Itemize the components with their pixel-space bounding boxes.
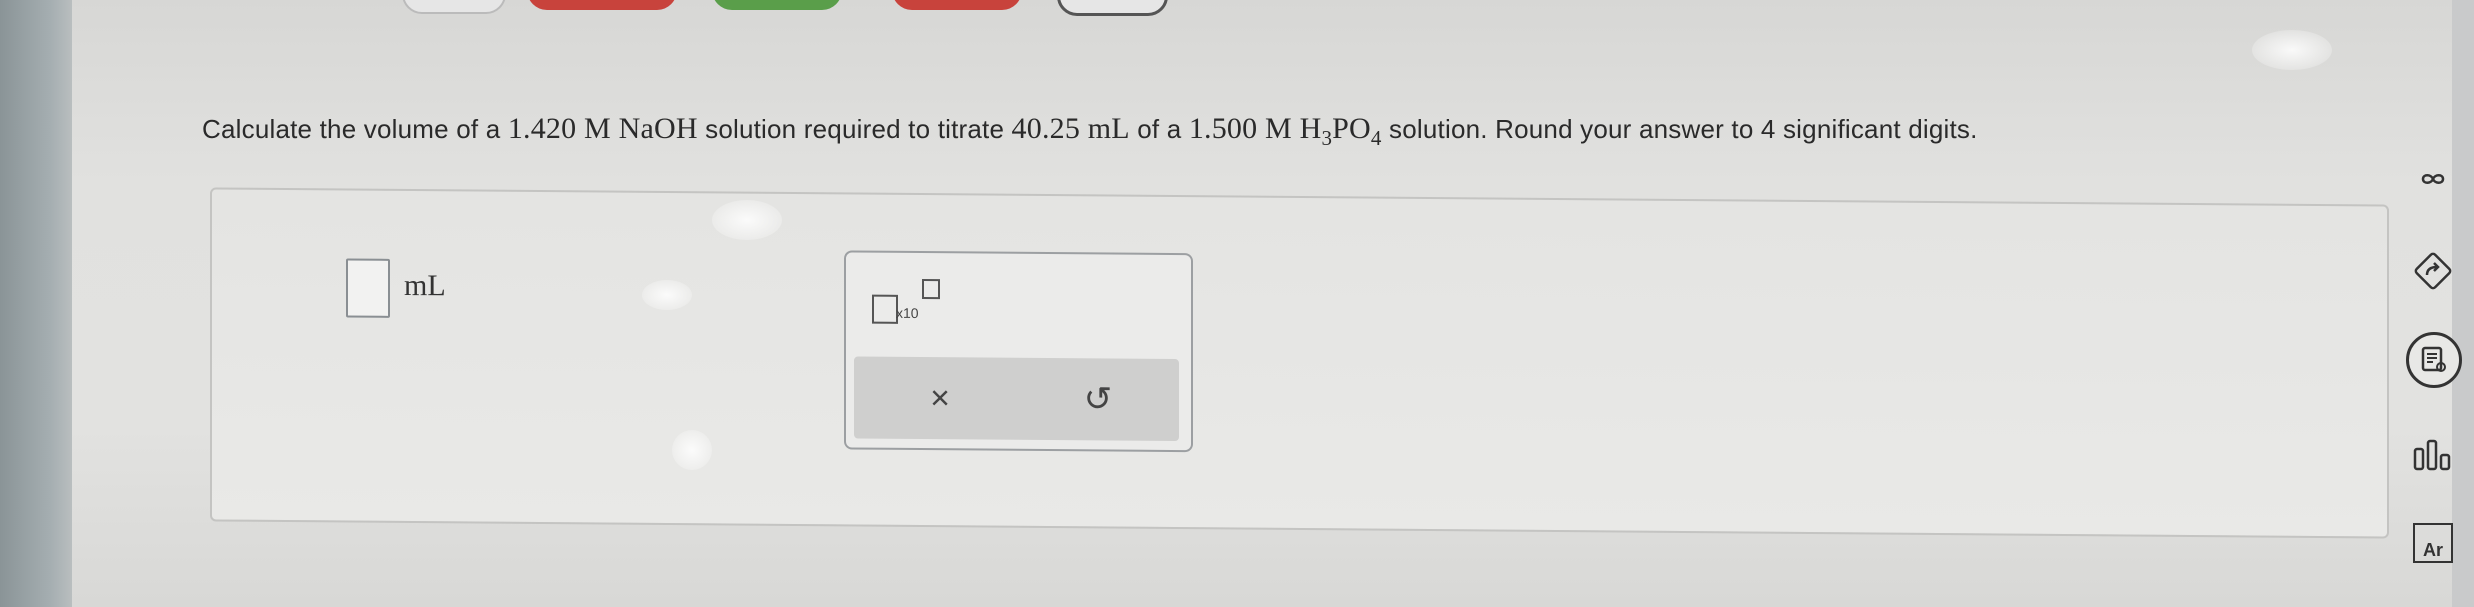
x10-label: x10 bbox=[896, 304, 919, 322]
acid-subscript-4: 4 bbox=[1370, 126, 1382, 150]
mantissa-box-icon bbox=[872, 294, 898, 324]
answer-input[interactable] bbox=[346, 258, 390, 318]
glare-2 bbox=[2252, 30, 2332, 70]
acid-mid: PO bbox=[1332, 112, 1371, 145]
math-keypad: x10 × ↺ bbox=[844, 250, 1193, 453]
top-button-5[interactable] bbox=[1057, 0, 1168, 16]
close-icon: × bbox=[930, 378, 950, 417]
naoh-concentration: 1.420 M NaOH bbox=[507, 112, 698, 145]
question-text: Calculate the volume of a 1.420 M NaOH s… bbox=[202, 112, 2302, 151]
scientific-notation-button[interactable]: x10 bbox=[868, 277, 948, 330]
question-text-after: solution. Round your answer to 4 signifi… bbox=[1381, 114, 1978, 144]
top-button-4[interactable] bbox=[892, 0, 1022, 10]
chart-bars-icon[interactable] bbox=[2406, 428, 2460, 482]
question-text-before: Calculate the volume of a bbox=[202, 114, 508, 144]
undo-icon: ↺ bbox=[1083, 380, 1113, 419]
periodic-table-icon[interactable]: Ar bbox=[2406, 516, 2460, 570]
infinity-icon[interactable] bbox=[2406, 152, 2460, 206]
clear-button[interactable]: × bbox=[910, 375, 970, 421]
question-text-mid2: of a bbox=[1129, 114, 1189, 144]
top-button-2[interactable] bbox=[527, 0, 677, 10]
right-tool-sidebar: Ar bbox=[2394, 0, 2474, 607]
left-window-edge bbox=[0, 0, 72, 607]
acid-subscript-3: 3 bbox=[1321, 126, 1333, 150]
main-content: Calculate the volume of a 1.420 M NaOH s… bbox=[72, 0, 2452, 607]
acid-conc-prefix: 1.500 M H bbox=[1188, 112, 1322, 145]
question-text-mid1: solution required to titrate bbox=[697, 114, 1012, 144]
periodic-table-box: Ar bbox=[2413, 523, 2453, 563]
answer-panel: mL x10 × ↺ bbox=[210, 187, 2389, 539]
acid-formula: 1.500 M H3PO4 bbox=[1188, 112, 1382, 150]
top-button-1[interactable] bbox=[402, 0, 506, 14]
exponent-box-icon bbox=[922, 279, 940, 300]
undo-button[interactable]: ↺ bbox=[1068, 376, 1128, 422]
unit-label: mL bbox=[404, 268, 446, 303]
top-button-3[interactable] bbox=[712, 0, 842, 10]
keypad-action-row: × ↺ bbox=[854, 356, 1179, 442]
share-arrow-icon[interactable] bbox=[2406, 244, 2460, 298]
titrant-volume: 40.25 mL bbox=[1011, 112, 1130, 145]
notes-icon[interactable] bbox=[2406, 332, 2462, 388]
